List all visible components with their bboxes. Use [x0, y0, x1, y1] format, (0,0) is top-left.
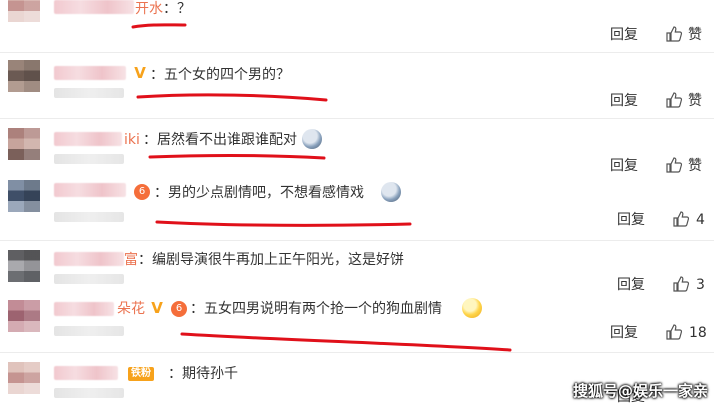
comment-text: ：男的少点剧情吧，不想看感情戏	[154, 185, 364, 201]
comment-text: ：编剧导演很牛再加上正午阳光，这是好饼	[138, 252, 404, 268]
avatar[interactable]	[8, 250, 40, 282]
avatar[interactable]	[8, 60, 40, 92]
underline-1	[131, 23, 187, 29]
avatar[interactable]	[8, 180, 40, 212]
username-blurred[interactable]	[54, 183, 126, 197]
divider	[0, 352, 714, 353]
thumbs-up-icon[interactable]	[665, 323, 683, 341]
reply-button[interactable]: 回复	[617, 276, 645, 294]
comment-text: ：期待孙千	[168, 366, 238, 382]
level-badge-icon: 6	[134, 184, 150, 200]
like-count: 3	[696, 277, 705, 293]
underline-5	[180, 332, 512, 352]
fan-badge: 铁粉	[128, 367, 154, 381]
thumbs-up-icon[interactable]	[665, 91, 683, 109]
thumbs-up-icon[interactable]	[672, 210, 690, 228]
avatar[interactable]	[8, 362, 40, 394]
like-count: 18	[689, 325, 707, 341]
watermark: 搜狐号@娱乐一家亲	[572, 382, 708, 400]
emoji-icon	[381, 182, 401, 202]
like-label[interactable]: 赞	[688, 26, 702, 44]
avatar[interactable]	[8, 300, 40, 332]
thumbs-up-icon[interactable]	[665, 25, 683, 43]
username-fragment[interactable]: 开水	[135, 0, 163, 18]
comment-text: ：？	[163, 1, 191, 17]
username-blurred[interactable]	[54, 366, 118, 380]
underline-4	[155, 220, 412, 227]
username-fragment[interactable]: iki	[124, 131, 140, 149]
comment-text: ：五女四男说明有两个抢一个的狗血剧情	[190, 301, 442, 317]
like-label[interactable]: 赞	[688, 157, 702, 175]
meta-blurred	[54, 212, 124, 222]
username-blurred[interactable]	[54, 252, 124, 266]
reply-button[interactable]: 回复	[610, 92, 638, 110]
thumbs-up-icon[interactable]	[672, 275, 690, 293]
reply-button[interactable]: 回复	[617, 211, 645, 229]
username-blurred[interactable]	[54, 66, 126, 80]
emoji-icon	[462, 298, 482, 318]
meta-blurred	[54, 274, 124, 284]
underline-3	[148, 154, 326, 160]
reply-button[interactable]: 回复	[610, 324, 638, 342]
meta-blurred	[54, 154, 124, 164]
divider	[0, 240, 714, 241]
username-fragment[interactable]: 朵花	[117, 300, 145, 318]
emoji-icon	[302, 129, 322, 149]
level-badge-icon: 6	[171, 301, 187, 317]
avatar[interactable]	[8, 128, 40, 160]
reply-button[interactable]: 回复	[610, 157, 638, 175]
red-underline-annotations	[131, 23, 512, 352]
meta-blurred	[54, 326, 124, 336]
divider	[0, 118, 714, 119]
meta-blurred	[54, 388, 124, 398]
comment-text: ：五个女的四个男的？	[150, 67, 290, 83]
thumbs-up-icon[interactable]	[665, 156, 683, 174]
comment-text: ：居然看不出谁跟谁配对	[143, 132, 297, 148]
reply-button[interactable]: 回复	[610, 26, 638, 44]
meta-blurred	[54, 88, 124, 98]
username-blurred[interactable]	[54, 132, 122, 146]
avatar[interactable]	[8, 0, 40, 22]
underline-2	[136, 93, 328, 102]
username-blurred[interactable]	[54, 302, 114, 316]
username-blurred[interactable]	[54, 0, 134, 14]
username-fragment[interactable]: 富	[124, 251, 138, 269]
like-count: 4	[696, 212, 705, 228]
verified-v-icon: V	[151, 299, 163, 317]
like-label[interactable]: 赞	[688, 92, 702, 110]
verified-v-icon: V	[134, 64, 146, 82]
divider	[0, 52, 714, 53]
